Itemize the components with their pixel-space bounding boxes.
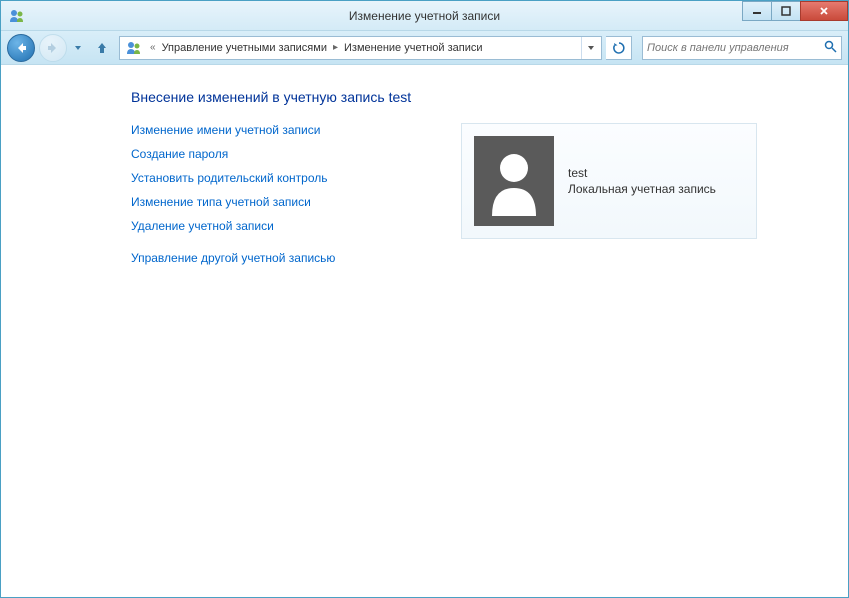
action-links: Изменение имени учетной записи Создание … xyxy=(131,123,421,275)
link-create-password[interactable]: Создание пароля xyxy=(131,147,421,161)
link-change-type[interactable]: Изменение типа учетной записи xyxy=(131,195,421,209)
address-bar[interactable]: « Управление учетными записями ▸ Изменен… xyxy=(119,36,602,60)
link-manage-other[interactable]: Управление другой учетной записью xyxy=(131,251,421,265)
window: Изменение учетной записи « Управление уч… xyxy=(0,0,849,598)
link-delete-account[interactable]: Удаление учетной записи xyxy=(131,219,421,233)
window-controls xyxy=(743,1,848,21)
address-dropdown-icon[interactable] xyxy=(581,37,599,59)
titlebar: Изменение учетной записи xyxy=(1,1,848,31)
link-parental-control[interactable]: Установить родительский контроль xyxy=(131,171,421,185)
breadcrumb-prefix: « xyxy=(150,42,156,53)
up-button[interactable] xyxy=(91,37,113,59)
page-heading: Внесение изменений в учетную запись test xyxy=(131,89,848,105)
search-icon[interactable] xyxy=(824,40,837,56)
link-change-name[interactable]: Изменение имени учетной записи xyxy=(131,123,421,137)
account-info: test Локальная учетная запись xyxy=(568,166,716,196)
search-input[interactable] xyxy=(647,42,824,54)
minimize-button[interactable] xyxy=(742,1,772,21)
account-type: Локальная учетная запись xyxy=(568,182,716,196)
main-row: Изменение имени учетной записи Создание … xyxy=(131,123,848,275)
maximize-button[interactable] xyxy=(771,1,801,21)
avatar xyxy=(474,136,554,226)
account-name: test xyxy=(568,166,716,180)
forward-button xyxy=(39,34,67,62)
close-button[interactable] xyxy=(800,1,848,21)
breadcrumb-change-account[interactable]: Изменение учетной записи xyxy=(342,42,485,54)
history-dropdown-icon[interactable] xyxy=(71,38,85,58)
search-box[interactable] xyxy=(642,36,842,60)
chevron-right-icon: ▸ xyxy=(333,42,338,53)
navbar: « Управление учетными записями ▸ Изменен… xyxy=(1,31,848,65)
app-icon xyxy=(9,8,25,24)
refresh-button[interactable] xyxy=(606,36,632,60)
account-card: test Локальная учетная запись xyxy=(461,123,757,239)
content-area: Внесение изменений в учетную запись test… xyxy=(1,65,848,597)
users-icon xyxy=(126,40,142,56)
breadcrumb-accounts[interactable]: Управление учетными записями xyxy=(160,42,329,54)
window-title: Изменение учетной записи xyxy=(349,9,500,23)
back-button[interactable] xyxy=(7,34,35,62)
